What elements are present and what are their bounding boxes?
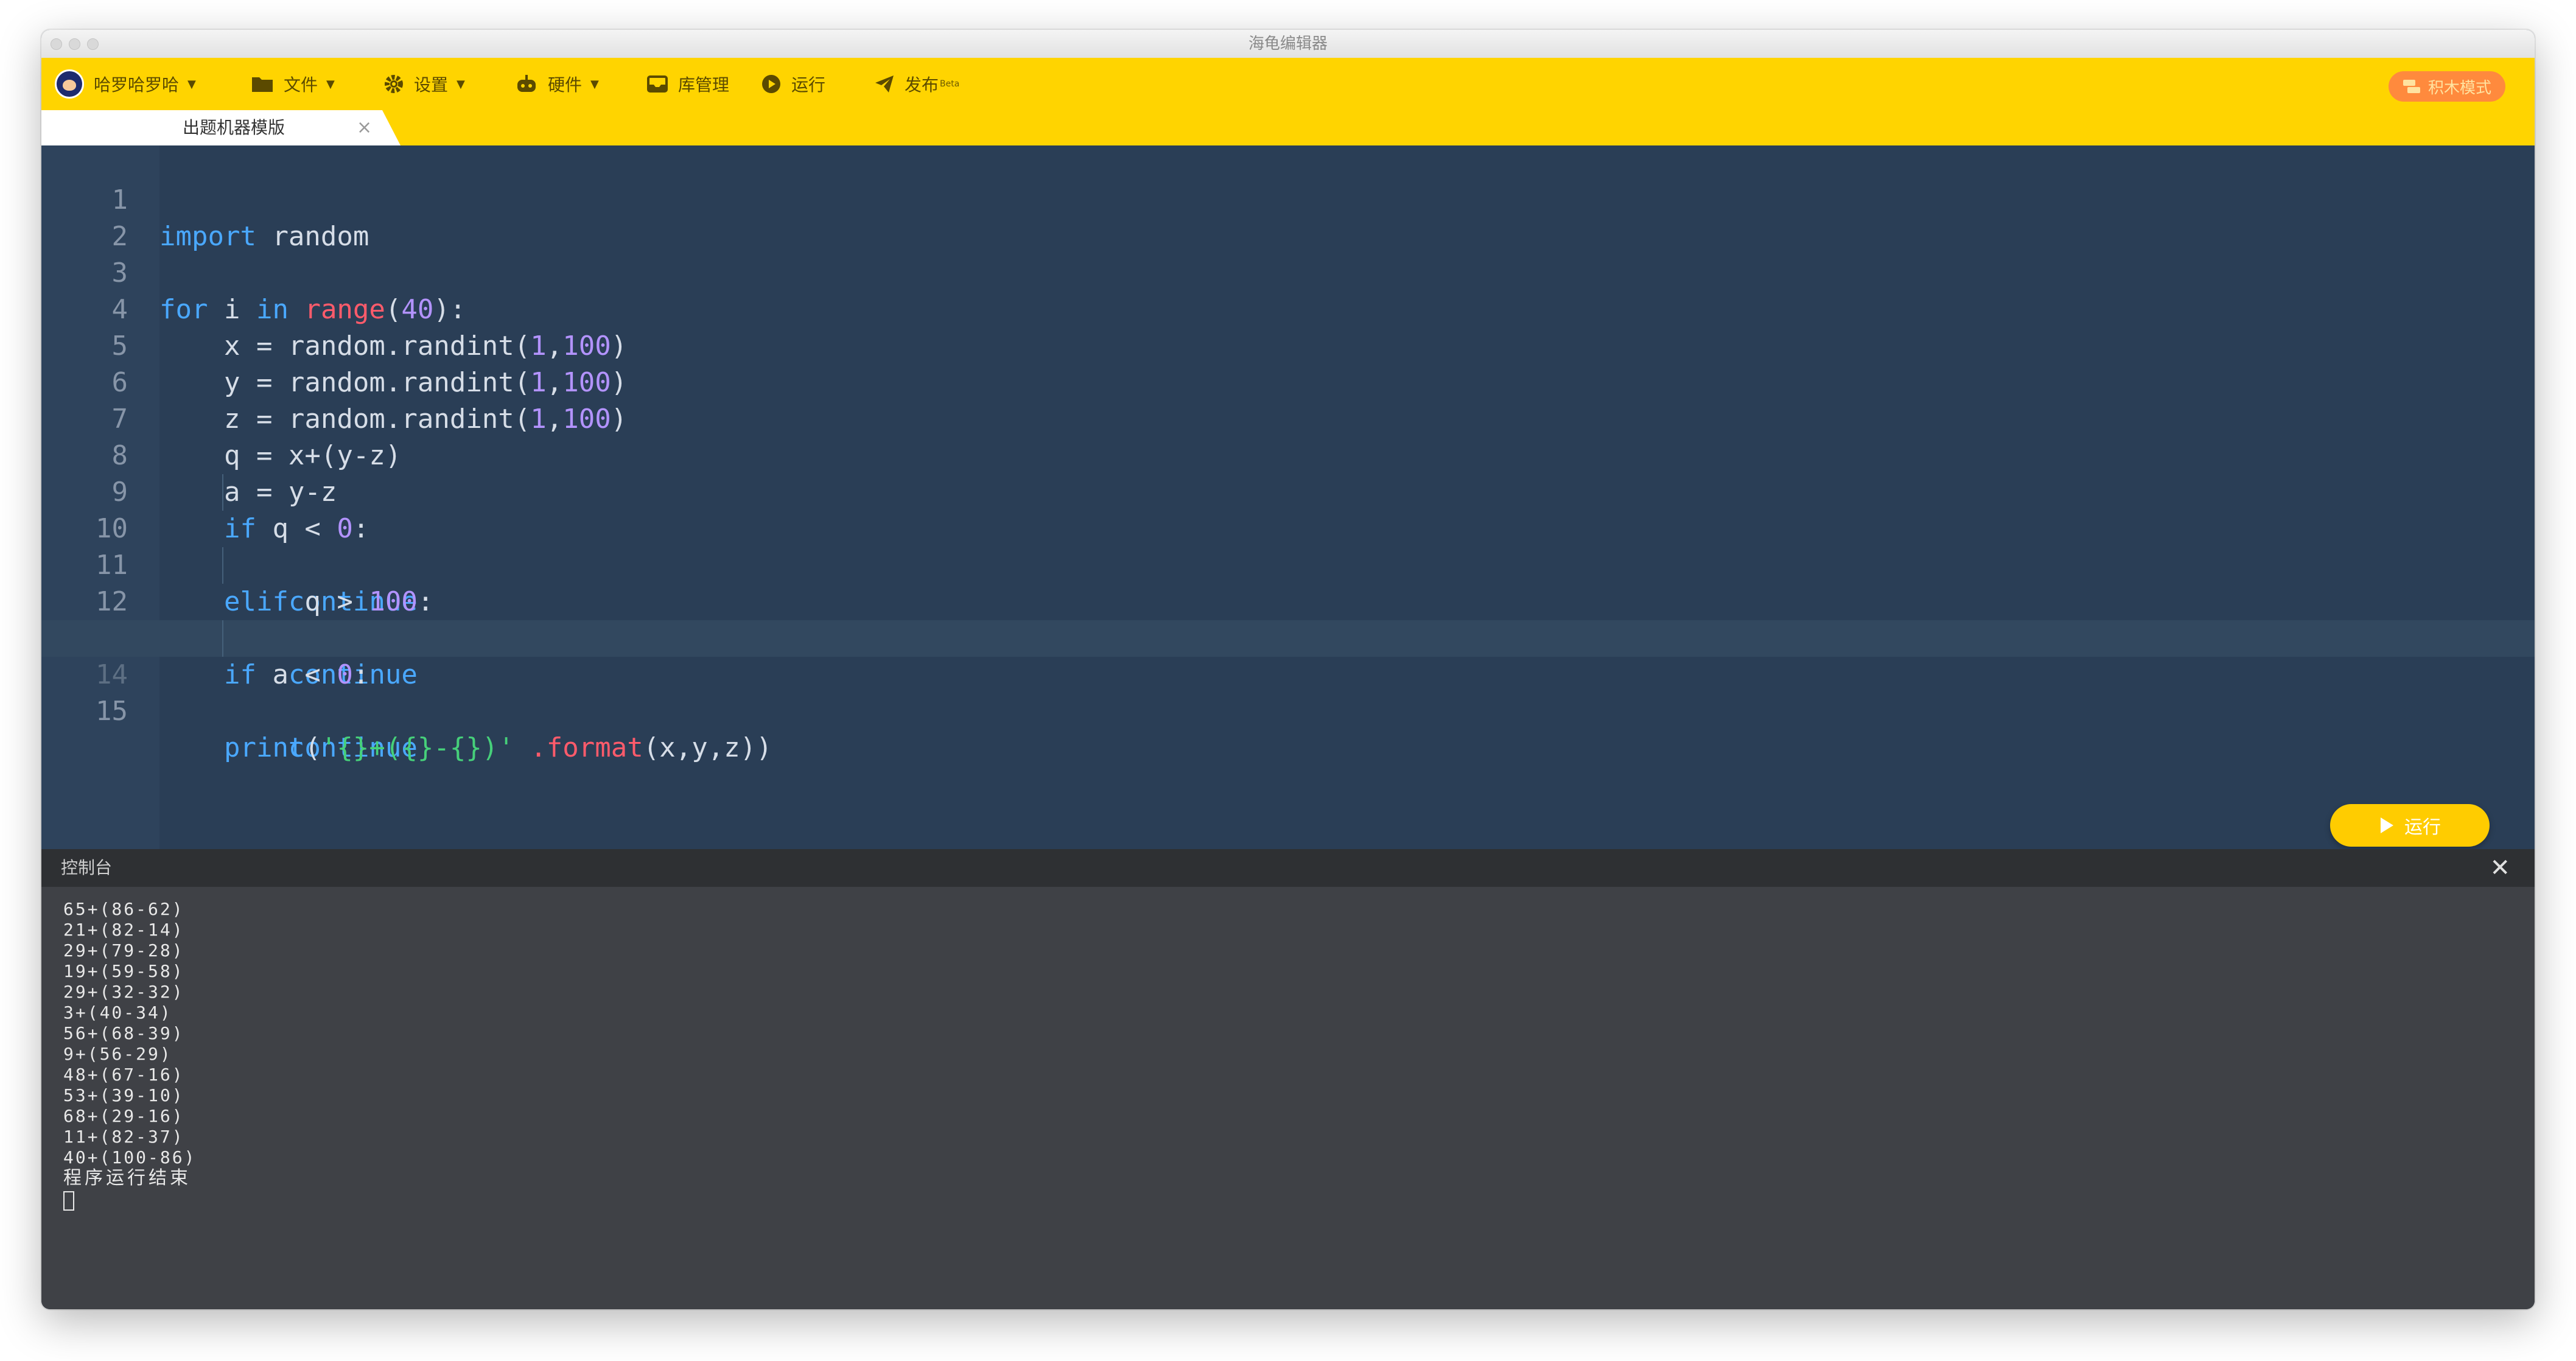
avatar bbox=[55, 69, 84, 99]
code-line[interactable]: 2 bbox=[41, 182, 2535, 252]
code-line[interactable]: 10 continue bbox=[41, 474, 2535, 617]
run-button[interactable]: 运行 bbox=[2330, 804, 2490, 847]
play-circle-icon bbox=[762, 75, 780, 93]
paper-plane-icon bbox=[875, 75, 894, 93]
blocks-icon bbox=[2403, 80, 2420, 93]
settings-menu-label: 设置 bbox=[414, 75, 449, 95]
indent-guide bbox=[222, 474, 223, 511]
file-menu-label: 文件 bbox=[284, 75, 318, 95]
code-line[interactable]: 13 if a < 0: bbox=[41, 584, 2535, 690]
console-end-message: 程序运行结束 bbox=[63, 1167, 191, 1189]
console-lines: 65+(86-62) 21+(82-14) 29+(79-28) 19+(59-… bbox=[63, 899, 197, 1211]
beta-badge: Beta bbox=[940, 79, 960, 89]
code-line[interactable]: 6 z = random.randint(1,100) bbox=[41, 328, 2535, 435]
chevron-down-icon: ▼ bbox=[590, 77, 599, 91]
console-line: 48+(67-16) bbox=[63, 1065, 184, 1085]
console-line: 29+(32-32) bbox=[63, 982, 184, 1002]
console-header: 控制台 ✕ bbox=[41, 849, 2535, 887]
code-line[interactable]: 12 continue bbox=[41, 547, 2535, 690]
chevron-down-icon: ▼ bbox=[457, 77, 465, 91]
code-line[interactable]: 4 x = random.randint(1,100) bbox=[41, 255, 2535, 362]
code-line[interactable]: 7 q = x+(y-z) bbox=[41, 365, 2535, 471]
window-title: 海龟编辑器 bbox=[1248, 35, 1328, 53]
tab-bar: 出题机器模版 × bbox=[41, 110, 2535, 145]
code-line[interactable]: 11 elif q > 100: bbox=[41, 511, 2535, 617]
library-manager-label: 库管理 bbox=[678, 75, 730, 95]
tab-label: 出题机器模版 bbox=[183, 117, 285, 138]
code-line[interactable]: 8 a = y-z bbox=[41, 401, 2535, 508]
code-line-active[interactable]: 14 continue bbox=[41, 620, 2535, 763]
file-menu[interactable]: 文件 ▼ bbox=[251, 58, 335, 110]
block-mode-button[interactable]: 积木模式 bbox=[2389, 71, 2505, 102]
play-icon bbox=[2381, 817, 2393, 833]
console-output[interactable]: 65+(86-62) 21+(82-14) 29+(79-28) 19+(59-… bbox=[41, 887, 2535, 1309]
console-line: 3+(40-34) bbox=[63, 1002, 172, 1023]
run-menu-label: 运行 bbox=[791, 75, 826, 95]
inbox-icon bbox=[647, 75, 668, 93]
user-menu[interactable]: 哈罗哈罗哈 ▼ bbox=[55, 58, 196, 110]
console-line: 19+(59-58) bbox=[63, 961, 184, 981]
title-bar: 海龟编辑器 bbox=[41, 30, 2535, 58]
run-menu-button[interactable]: 运行 bbox=[761, 58, 825, 110]
code-line[interactable]: 9 if q < 0: bbox=[41, 438, 2535, 544]
menu-bar: 哈罗哈罗哈 ▼ 文件 ▼ 设置 ▼ 硬件 ▼ 库管理 运行 发布 Beta bbox=[41, 58, 2535, 110]
indent-guide bbox=[222, 547, 223, 584]
user-name: 哈罗哈罗哈 bbox=[94, 75, 180, 95]
code-line[interactable]: 1 import random bbox=[41, 145, 2535, 252]
console-line: 56+(68-39) bbox=[63, 1023, 184, 1043]
block-mode-label: 积木模式 bbox=[2427, 79, 2491, 97]
code-editor[interactable]: 1 import random 2 3 for i in range(40): … bbox=[41, 145, 2535, 849]
folder-icon bbox=[252, 77, 273, 92]
code-line[interactable]: 5 y = random.randint(1,100) bbox=[41, 292, 2535, 398]
tab-file[interactable]: 出题机器模版 × bbox=[41, 110, 401, 145]
console-line: 11+(82-37) bbox=[63, 1127, 184, 1147]
hardware-menu[interactable]: 硬件 ▼ bbox=[515, 58, 599, 110]
chevron-down-icon: ▼ bbox=[187, 77, 196, 91]
console-line: 65+(86-62) bbox=[63, 899, 184, 919]
console-line: 21+(82-14) bbox=[63, 920, 184, 940]
code-line[interactable]: 15 print('{}+({}-{})' .format(x,y,z)) bbox=[41, 657, 2535, 763]
robot-icon bbox=[517, 75, 536, 92]
chevron-down-icon: ▼ bbox=[326, 77, 335, 91]
console-input-line[interactable] bbox=[63, 1189, 196, 1211]
line-number: 15 bbox=[96, 696, 128, 727]
console-line: 53+(39-10) bbox=[63, 1085, 184, 1105]
close-icon[interactable]: ✕ bbox=[2490, 849, 2510, 887]
console-title: 控制台 bbox=[61, 858, 113, 878]
text-cursor bbox=[63, 1191, 74, 1211]
publish-button[interactable]: 发布 Beta bbox=[874, 58, 959, 110]
indent-guide bbox=[222, 620, 223, 657]
console-line: 9+(56-29) bbox=[63, 1044, 172, 1064]
console-line: 40+(100-86) bbox=[63, 1147, 197, 1167]
gear-icon bbox=[385, 75, 403, 93]
editor-window: 海龟编辑器 哈罗哈罗哈 ▼ 文件 ▼ 设置 ▼ 硬件 ▼ 库管理 运行 发布 B… bbox=[41, 30, 2535, 1309]
code-line[interactable]: 3 for i in range(40): bbox=[41, 219, 2535, 325]
settings-menu[interactable]: 设置 ▼ bbox=[383, 58, 465, 110]
console-line: 68+(29-16) bbox=[63, 1106, 184, 1126]
run-button-label: 运行 bbox=[2404, 817, 2441, 838]
library-manager-button[interactable]: 库管理 bbox=[646, 58, 729, 110]
console-line: 29+(79-28) bbox=[63, 940, 184, 960]
code-area[interactable]: 1 import random 2 3 for i in range(40): … bbox=[41, 145, 2535, 763]
close-icon[interactable]: × bbox=[357, 110, 372, 145]
publish-label: 发布 bbox=[905, 75, 939, 95]
hardware-menu-label: 硬件 bbox=[548, 75, 583, 95]
